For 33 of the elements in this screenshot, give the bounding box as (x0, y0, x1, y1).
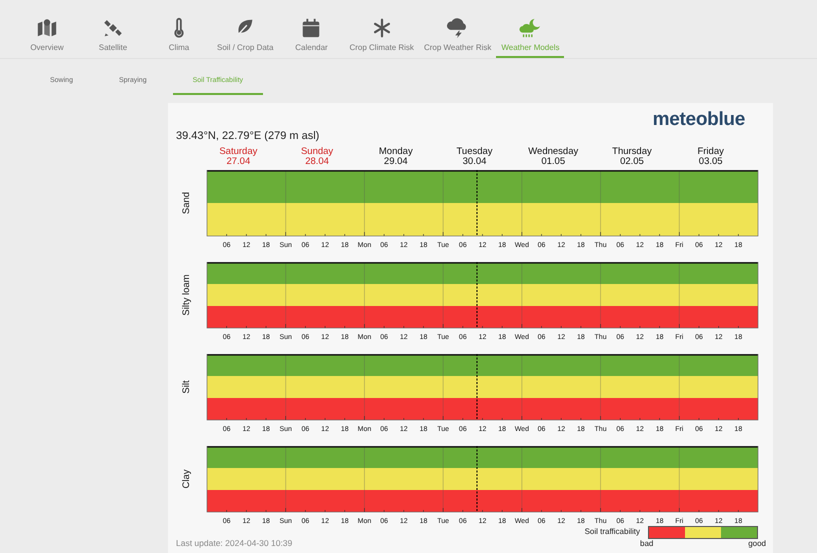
nav-tab[interactable]: Crop Weather Risk (418, 10, 496, 58)
nav-tab[interactable]: Weather Models (496, 10, 564, 58)
day-label: Sunday 28.04 (300, 147, 334, 169)
legend-title: Soil trafficability (584, 527, 640, 536)
calendar-icon (300, 17, 322, 39)
now-line (476, 354, 478, 420)
last-update-text: Last update: 2024-04-30 10:39 (176, 538, 292, 548)
soil-label: Silt (181, 380, 192, 394)
day-label: Tuesday 30.04 (455, 147, 494, 169)
now-line (476, 170, 478, 236)
nav-tab[interactable]: Crop Climate Risk (344, 10, 419, 58)
location-text: 39.43°N, 22.79°E (279 m asl) (176, 130, 320, 142)
day-label: Monday 29.04 (378, 147, 414, 169)
logo-text: meteoblue (652, 109, 745, 131)
soil-label: Silty loam (181, 274, 192, 316)
legend-high-label: good (748, 539, 766, 548)
now-line (476, 446, 478, 512)
cloud-moon-icon (519, 17, 542, 39)
soil-label: Clay (181, 470, 192, 488)
storm-cloud-icon (446, 17, 469, 39)
day-label: Wednesday 01.05 (527, 147, 580, 169)
nav-tab[interactable]: Overview (14, 10, 80, 58)
nav-tab[interactable]: Calendar (278, 10, 344, 58)
day-label: Thursday 02.05 (611, 147, 653, 169)
soil-label: Sand (181, 192, 192, 214)
nav-tab[interactable]: Clima (146, 10, 212, 58)
nav-tab[interactable]: Soil / Crop Data (212, 10, 278, 58)
now-line (476, 262, 478, 328)
legend-low-label: bad (640, 539, 654, 548)
map-icon (36, 17, 58, 39)
day-label: Saturday 27.04 (218, 147, 258, 169)
nav-tab[interactable]: Satellite (80, 10, 146, 58)
day-label: Friday 03.05 (696, 147, 725, 169)
